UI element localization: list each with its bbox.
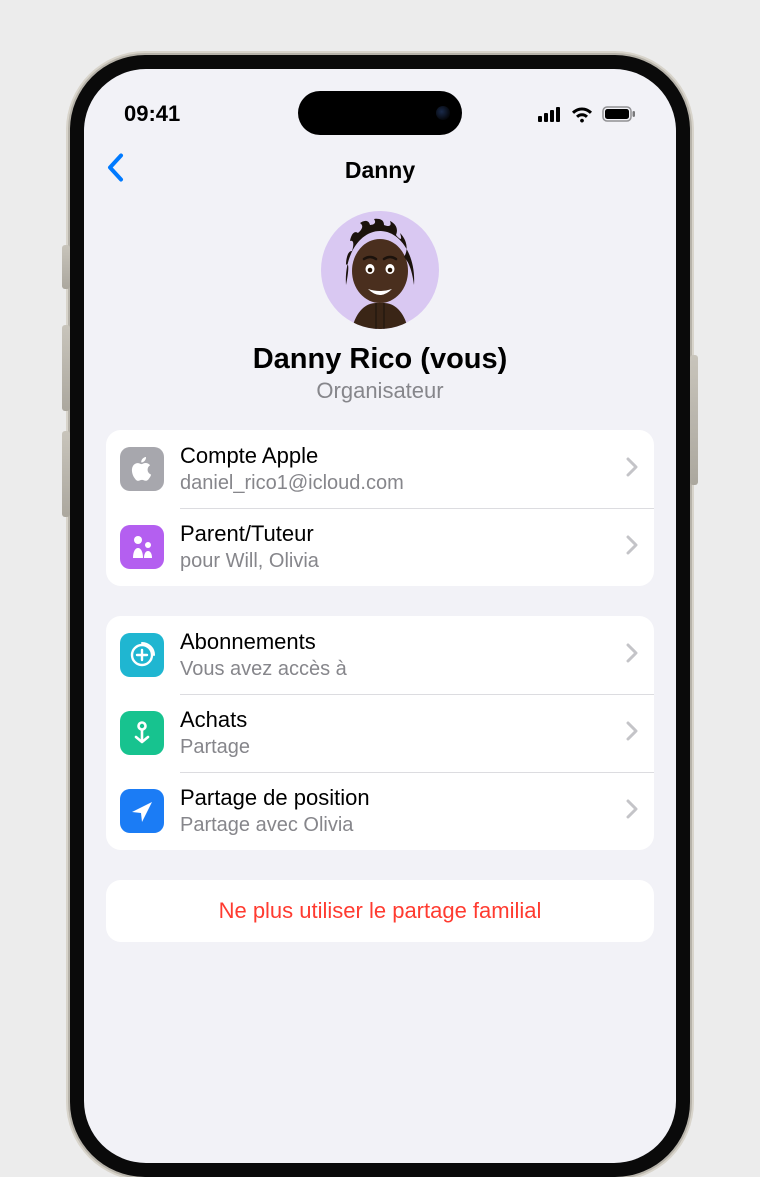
battery-icon bbox=[602, 106, 636, 122]
chevron-right-icon bbox=[626, 643, 638, 668]
row-apple-account[interactable]: Compte Apple daniel_rico1@icloud.com bbox=[106, 430, 654, 508]
apple-icon bbox=[120, 447, 164, 491]
row-sublabel: pour Will, Olivia bbox=[180, 549, 618, 573]
volume-up-button bbox=[62, 325, 70, 411]
profile-header: Danny Rico (vous) Organisateur bbox=[84, 199, 676, 430]
settings-group-account: Compte Apple daniel_rico1@icloud.com bbox=[106, 430, 654, 586]
chevron-right-icon bbox=[626, 457, 638, 482]
row-location-sharing[interactable]: Partage de position Partage avec Olivia bbox=[106, 772, 654, 850]
chevron-right-icon bbox=[626, 721, 638, 746]
row-label: Parent/Tuteur bbox=[180, 521, 618, 547]
settings-group-sharing: Abonnements Vous avez accès à Achats bbox=[106, 616, 654, 850]
family-icon bbox=[120, 525, 164, 569]
power-button bbox=[690, 355, 698, 485]
row-sublabel: daniel_rico1@icloud.com bbox=[180, 471, 618, 495]
row-label: Achats bbox=[180, 707, 618, 733]
row-label: Partage de position bbox=[180, 785, 618, 811]
purchases-icon bbox=[120, 711, 164, 755]
chevron-right-icon bbox=[626, 535, 638, 560]
subscriptions-icon bbox=[120, 633, 164, 677]
page-title: Danny bbox=[345, 157, 415, 184]
row-parent-guardian[interactable]: Parent/Tuteur pour Will, Olivia bbox=[106, 508, 654, 586]
profile-role: Organisateur bbox=[316, 378, 443, 404]
row-sublabel: Partage avec Olivia bbox=[180, 813, 618, 837]
avatar bbox=[321, 211, 439, 329]
row-subscriptions[interactable]: Abonnements Vous avez accès à bbox=[106, 616, 654, 694]
danger-label: Ne plus utiliser le partage familial bbox=[219, 898, 542, 923]
profile-name: Danny Rico (vous) bbox=[253, 343, 508, 376]
status-time: 09:41 bbox=[124, 101, 180, 127]
row-sublabel: Vous avez accès à bbox=[180, 657, 618, 681]
cellular-icon bbox=[538, 106, 562, 122]
stop-family-sharing-button[interactable]: Ne plus utiliser le partage familial bbox=[106, 880, 654, 942]
row-purchases[interactable]: Achats Partage bbox=[106, 694, 654, 772]
wifi-icon bbox=[570, 105, 594, 123]
screen: 09:41 bbox=[84, 69, 676, 1163]
nav-bar: Danny bbox=[84, 141, 676, 199]
location-icon bbox=[120, 789, 164, 833]
row-sublabel: Partage bbox=[180, 735, 618, 759]
back-button[interactable] bbox=[106, 153, 124, 188]
phone-frame: 09:41 bbox=[70, 55, 690, 1177]
chevron-right-icon bbox=[626, 799, 638, 824]
row-label: Abonnements bbox=[180, 629, 618, 655]
dynamic-island bbox=[298, 91, 462, 135]
side-button bbox=[62, 245, 70, 289]
volume-down-button bbox=[62, 431, 70, 517]
row-label: Compte Apple bbox=[180, 443, 618, 469]
